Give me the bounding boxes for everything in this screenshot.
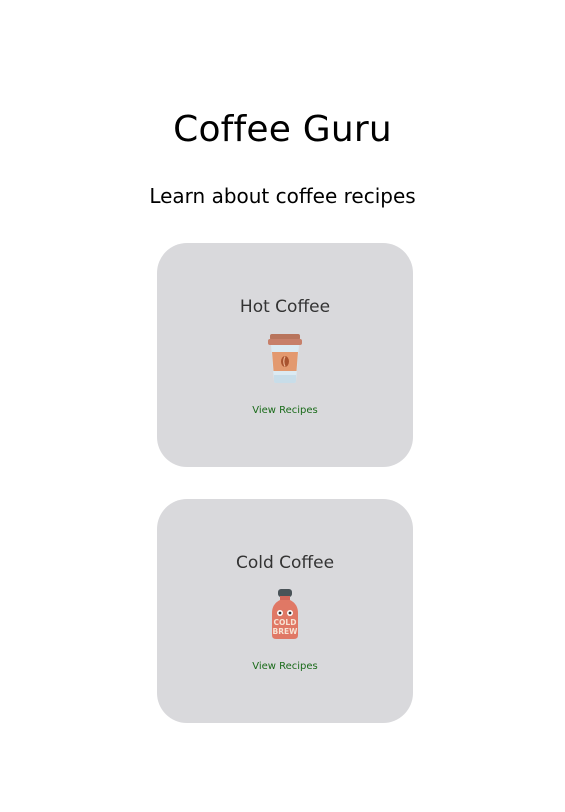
bottle-label-cold: COLD	[274, 618, 297, 627]
hot-coffee-cup-icon	[265, 331, 305, 385]
page: Coffee Guru Learn about coffee recipes H…	[0, 0, 565, 812]
view-recipes-link-hot[interactable]: View Recipes	[157, 404, 413, 418]
page-subtitle: Learn about coffee recipes	[149, 184, 416, 208]
cold-brew-bottle-icon: COLD BREW	[265, 587, 305, 641]
card-title: Hot Coffee	[239, 297, 331, 317]
view-recipes-link-cold[interactable]: View Recipes	[157, 660, 413, 674]
bottle-label-brew: BREW	[273, 627, 299, 636]
card-hot-coffee[interactable]: Hot Coffee View Recipes	[157, 243, 413, 467]
card-cold-coffee[interactable]: Cold Coffee COLD BREW View Recipes	[157, 499, 413, 723]
page-title: Coffee Guru	[173, 109, 392, 150]
card-title: Cold Coffee	[235, 553, 335, 573]
